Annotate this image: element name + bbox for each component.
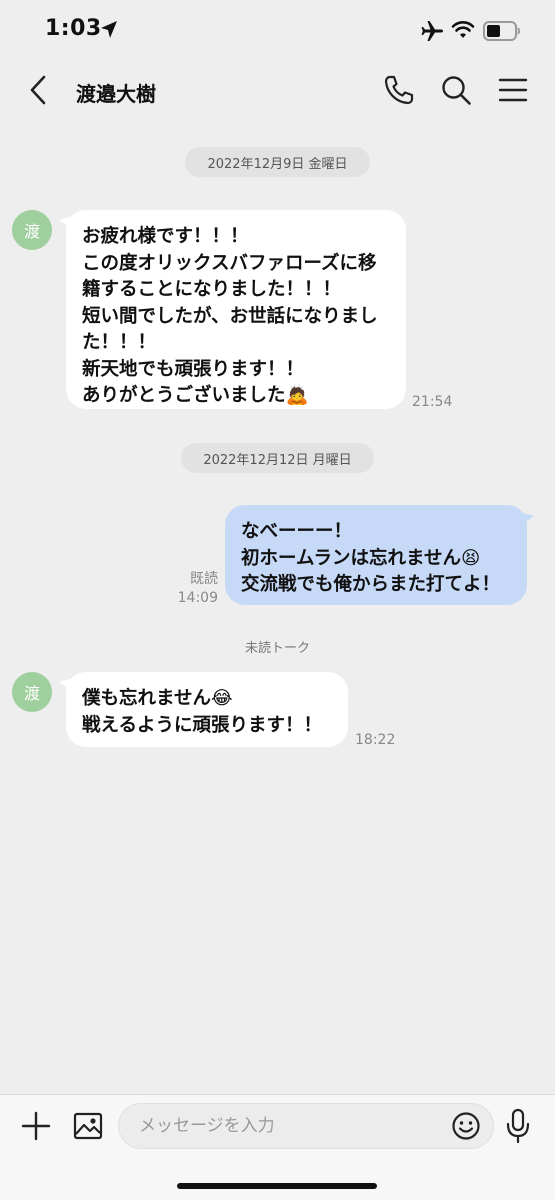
plus-icon[interactable]: [20, 1110, 52, 1142]
message-time: 18:22: [355, 732, 396, 748]
date-separator: 2022年12月9日 金曜日: [185, 147, 370, 177]
message-time: 14:09: [177, 590, 218, 606]
message-time: 21:54: [412, 394, 453, 410]
mic-icon[interactable]: [505, 1108, 531, 1144]
airplane-icon: [421, 21, 443, 41]
bubble-tail: [520, 512, 534, 526]
phone-icon[interactable]: [383, 74, 415, 106]
input-bar: メッセージを入力: [0, 1094, 555, 1200]
contact-avatar[interactable]: 渡: [12, 210, 52, 250]
read-receipt: 既読: [190, 571, 218, 587]
battery-icon: [483, 21, 520, 41]
menu-icon[interactable]: [498, 76, 528, 104]
search-icon[interactable]: [440, 74, 472, 106]
location-arrow-icon: [101, 21, 117, 38]
status-time: 1:03: [45, 16, 102, 41]
message-bubble-outgoing[interactable]: なべーーー！ 初ホームランは忘れません😫 交流戦でも俺からまた打てよ！: [225, 505, 527, 605]
chat-header: 渡邉大樹: [0, 62, 555, 122]
back-icon[interactable]: [28, 74, 50, 106]
emoji-icon[interactable]: [451, 1111, 481, 1141]
date-separator: 2022年12月12日 月曜日: [181, 443, 374, 473]
message-bubble-incoming[interactable]: 僕も忘れません😂 戦えるように頑張ります！！: [66, 672, 348, 747]
home-indicator: [177, 1183, 377, 1189]
status-bar: 1:03: [0, 0, 555, 62]
message-bubble-incoming[interactable]: お疲れ様です！！！ この度オリックスバファローズに移籍することになりました！！！…: [66, 210, 406, 409]
unread-divider: 未読トーク: [244, 641, 310, 656]
image-icon[interactable]: [72, 1110, 104, 1142]
message-input[interactable]: メッセージを入力: [118, 1103, 494, 1149]
chat-title: 渡邉大樹: [76, 82, 156, 106]
contact-avatar[interactable]: 渡: [12, 672, 52, 712]
wifi-icon: [451, 21, 475, 38]
